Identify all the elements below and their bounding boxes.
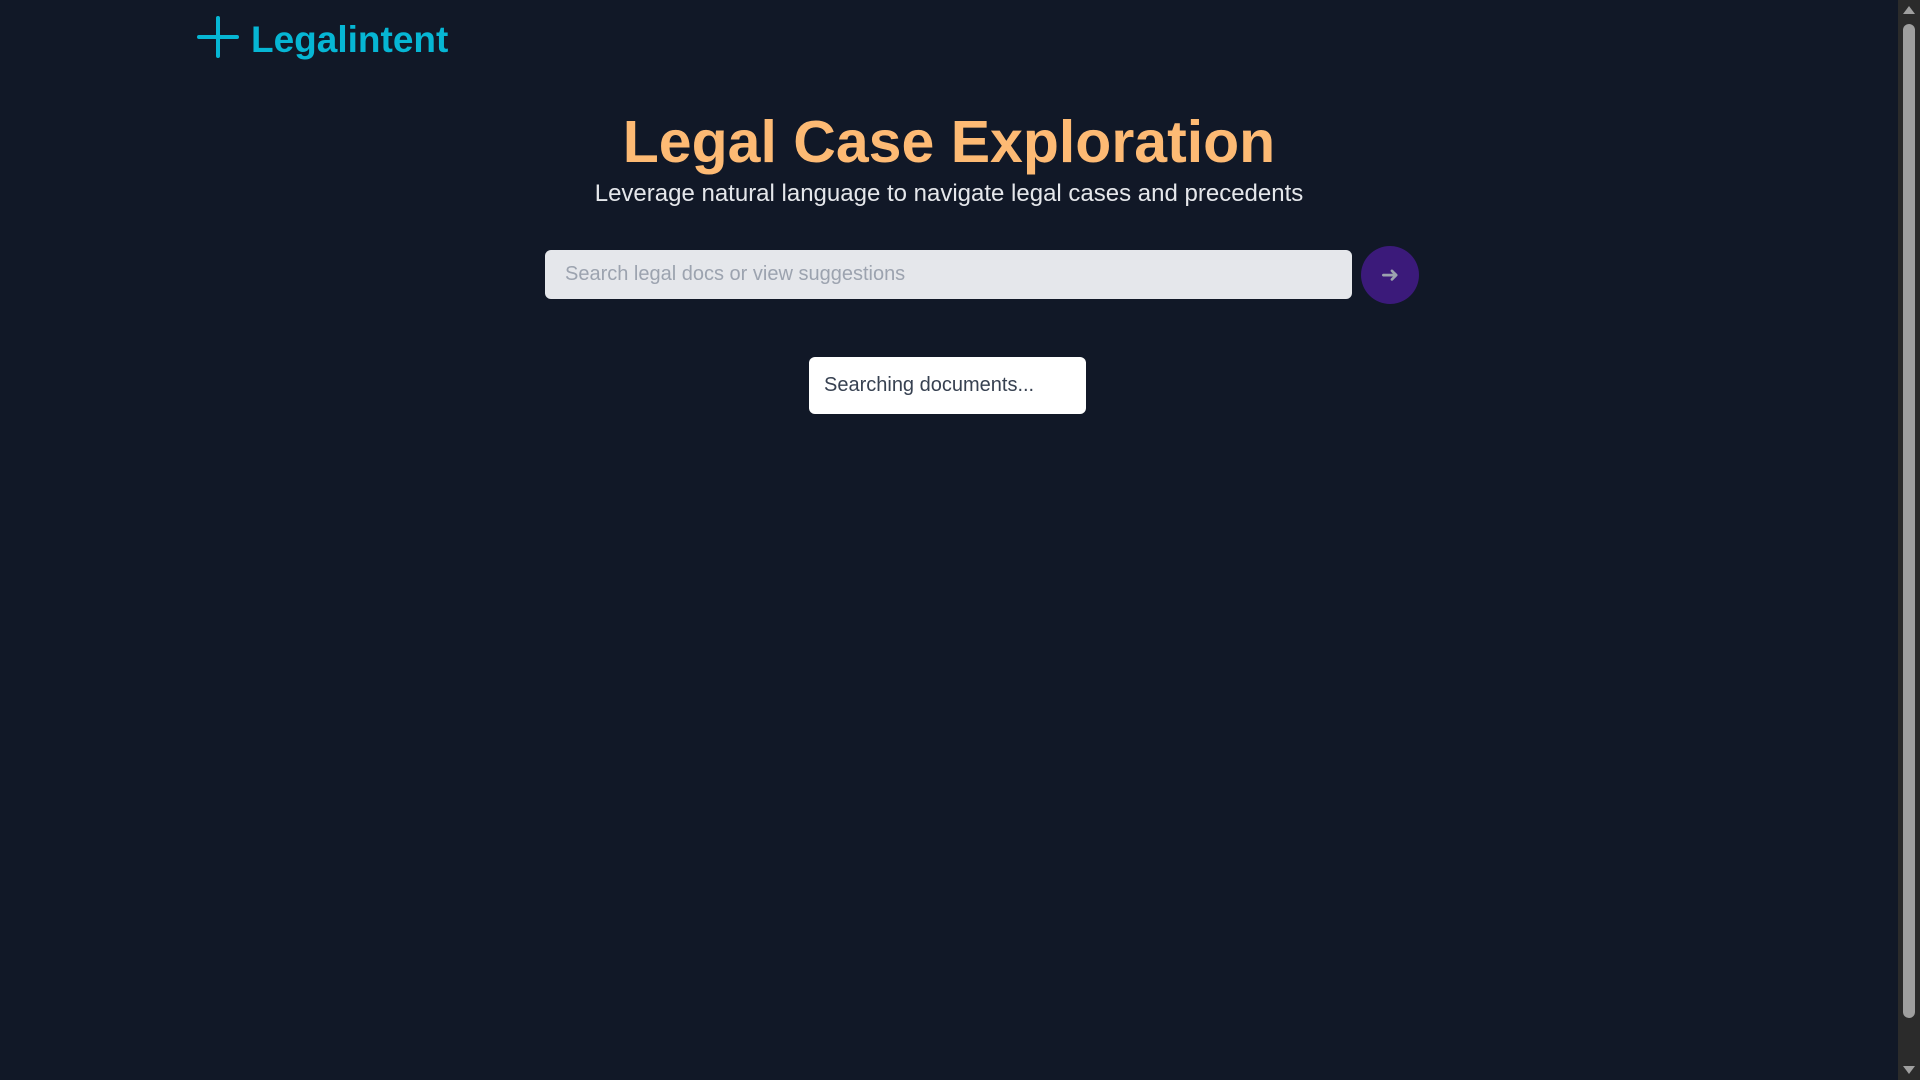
search-status-box: Searching documents... <box>809 357 1086 414</box>
scrollbar-thumb[interactable] <box>1903 24 1915 1018</box>
vertical-scrollbar[interactable] <box>1898 0 1920 1080</box>
plus-sparkle-icon <box>197 16 239 63</box>
arrow-right-icon: ➜ <box>1380 262 1400 287</box>
search-submit-button[interactable]: ➜ <box>1361 246 1419 304</box>
scroll-down-icon[interactable] <box>1903 1066 1915 1074</box>
search-status-text: Searching documents... <box>824 374 1035 396</box>
scroll-up-icon[interactable] <box>1903 6 1915 14</box>
page-subtitle: Leverage natural language to navigate le… <box>594 180 1304 207</box>
brand-logo[interactable]: Legalintent <box>197 16 448 63</box>
search-input[interactable] <box>545 250 1352 299</box>
page-title: Legal Case Exploration <box>622 109 1276 175</box>
brand-name: Legalintent <box>251 18 449 60</box>
